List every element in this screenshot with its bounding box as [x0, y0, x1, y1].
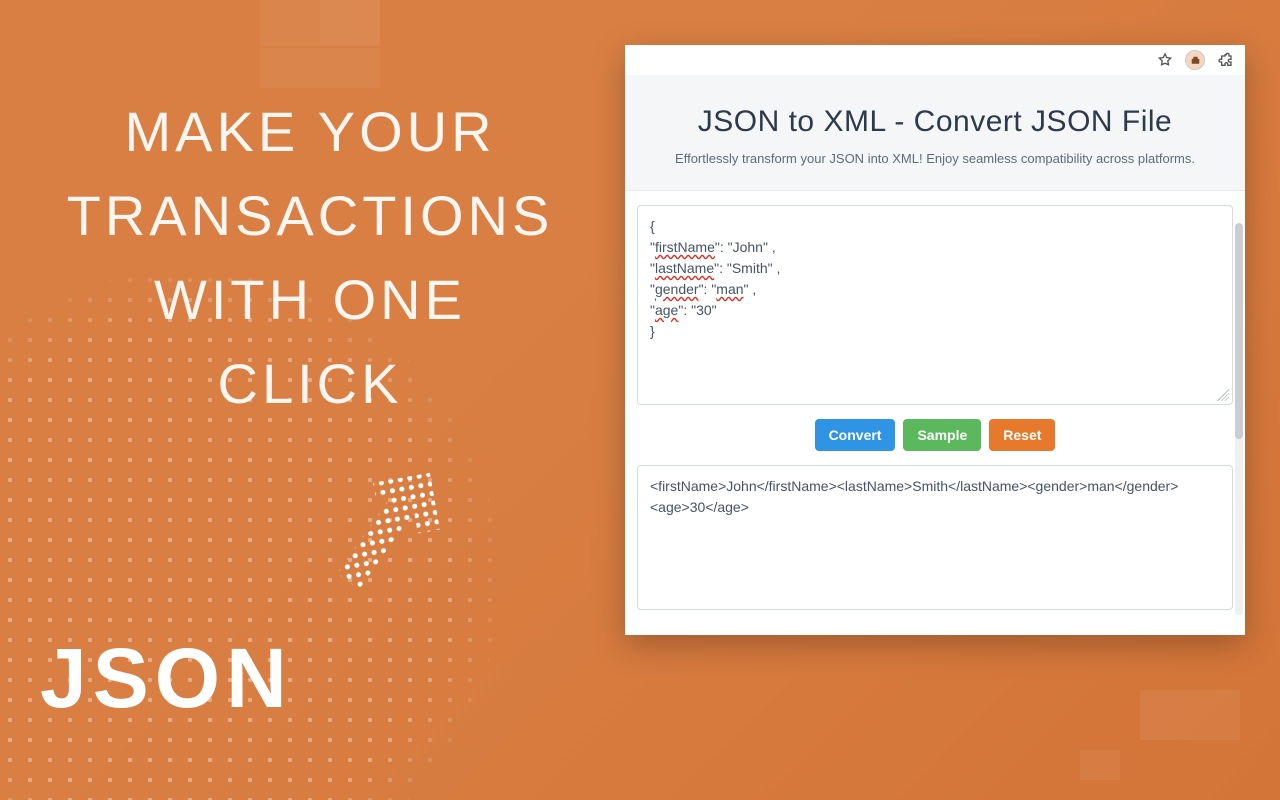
decorative-rect	[1080, 750, 1120, 780]
scrollbar[interactable]	[1235, 223, 1243, 615]
promo-stage: make your transactions with one click JS…	[0, 0, 1280, 800]
button-row: Convert Sample Reset	[637, 405, 1233, 465]
decorative-rect	[260, 0, 320, 46]
app-window: JSON to XML - Convert JSON File Effortle…	[625, 45, 1245, 635]
puzzle-icon[interactable]	[1215, 50, 1235, 70]
convert-button[interactable]: Convert	[815, 419, 896, 451]
app-header: JSON to XML - Convert JSON File Effortle…	[625, 75, 1245, 191]
extension-icon[interactable]	[1185, 50, 1205, 70]
json-badge: JSON	[40, 630, 293, 727]
promo-headline-line: with one click	[60, 258, 560, 426]
resize-grip-icon[interactable]	[1217, 389, 1229, 401]
sample-button[interactable]: Sample	[903, 419, 981, 451]
decorative-rect	[260, 48, 380, 88]
xml-output[interactable]: <firstName>John</firstName><lastName>Smi…	[637, 465, 1233, 610]
page-title: JSON to XML - Convert JSON File	[645, 105, 1225, 139]
star-icon[interactable]	[1155, 50, 1175, 70]
decorative-rect	[320, 0, 380, 46]
json-input[interactable]: {"firstName": "John" ,"lastName": "Smith…	[637, 205, 1233, 405]
promo-headline-line: make your	[60, 90, 560, 174]
promo-headline-line: transactions	[60, 174, 560, 258]
decorative-rect	[1140, 690, 1240, 740]
promo-copy: make your transactions with one click	[60, 90, 560, 426]
browser-toolbar	[625, 45, 1245, 75]
page-subtitle: Effortlessly transform your JSON into XM…	[645, 151, 1225, 166]
promo-headline: make your transactions with one click	[60, 90, 560, 426]
arrow-icon	[300, 460, 460, 620]
reset-button[interactable]: Reset	[989, 419, 1055, 451]
app-body: {"firstName": "John" ,"lastName": "Smith…	[625, 191, 1245, 621]
